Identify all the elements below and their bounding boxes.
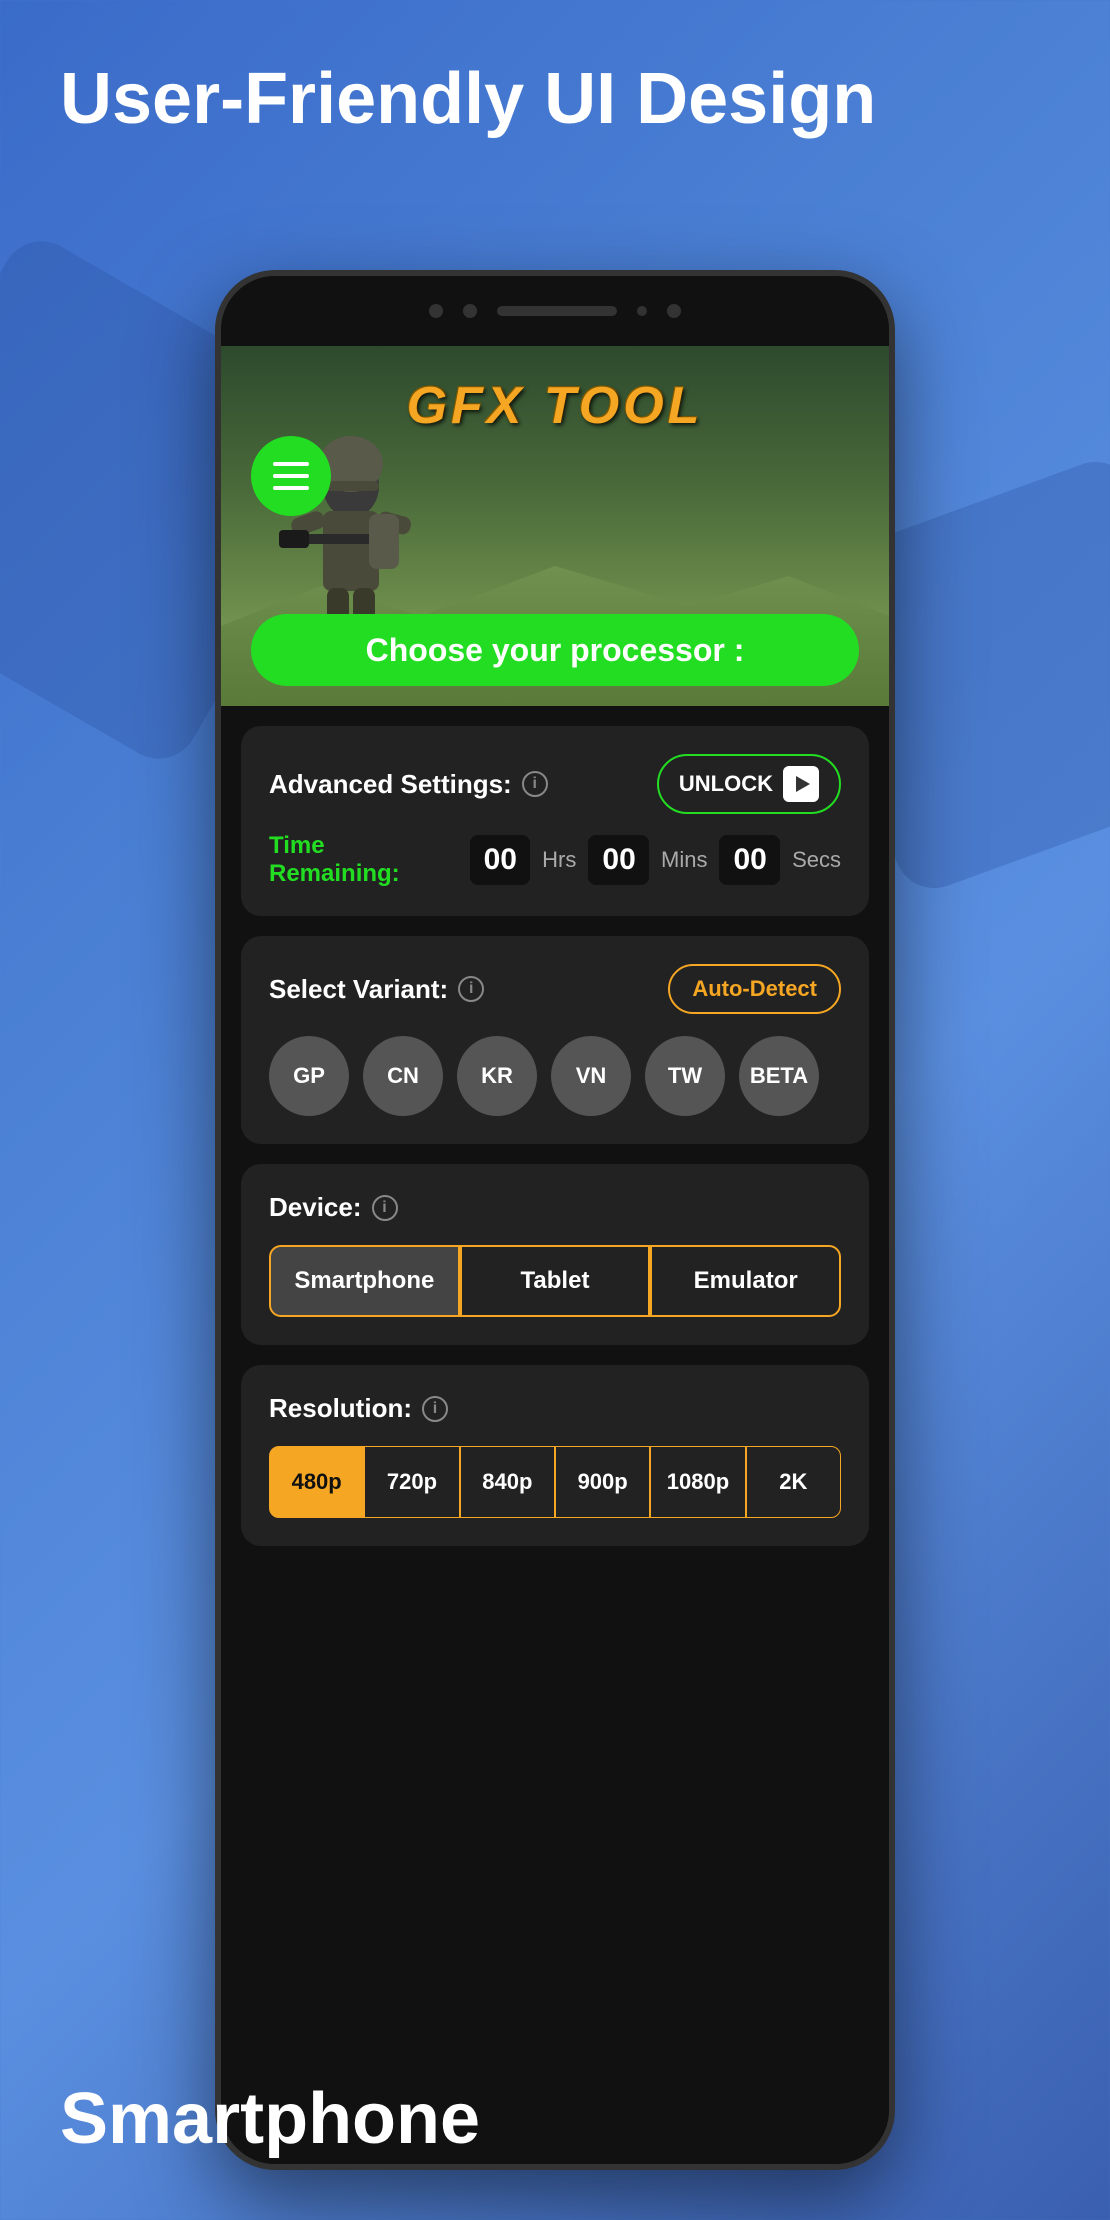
resolution-btn-1080p[interactable]: 1080p <box>650 1446 745 1518</box>
device-card: Device: i SmartphoneTabletEmulator <box>241 1164 869 1345</box>
camera-dot-mid <box>463 304 477 318</box>
side-button-right <box>889 456 895 536</box>
select-variant-card: Select Variant: i Auto-Detect GPCNKRVNTW… <box>241 936 869 1144</box>
device-btn-tablet[interactable]: Tablet <box>460 1245 651 1317</box>
resolution-btn-720p[interactable]: 720p <box>364 1446 459 1518</box>
menu-button[interactable] <box>251 436 331 516</box>
secs-display: 00 <box>719 835 780 885</box>
hamburger-line-2 <box>273 474 309 478</box>
phone-outer: GFX TOOL Choose your processor : <box>215 270 895 2170</box>
variant-title-group: Select Variant: i <box>269 974 484 1005</box>
game-header: GFX TOOL Choose your processor : <box>221 346 889 706</box>
resolution-btn-840p[interactable]: 840p <box>460 1446 555 1518</box>
variant-btn-vn[interactable]: VN <box>551 1036 631 1116</box>
sensor-dot <box>637 306 647 316</box>
mins-unit: Mins <box>661 847 707 873</box>
speaker-bar <box>497 306 617 316</box>
page-title: User-Friendly UI Design <box>60 60 876 139</box>
variant-btn-gp[interactable]: GP <box>269 1036 349 1116</box>
advanced-title-group: Advanced Settings: i <box>269 769 548 800</box>
hamburger-line-1 <box>273 462 309 466</box>
variant-btn-tw[interactable]: TW <box>645 1036 725 1116</box>
cards-section: Advanced Settings: i UNLOCK <box>221 706 889 1566</box>
play-triangle-icon <box>796 776 810 792</box>
variant-header: Select Variant: i Auto-Detect <box>269 964 841 1014</box>
resolution-card: Resolution: i 480p720p840p900p1080p2K <box>241 1365 869 1546</box>
advanced-info-icon[interactable]: i <box>522 771 548 797</box>
device-buttons-group: SmartphoneTabletEmulator <box>269 1245 841 1317</box>
variant-info-icon[interactable]: i <box>458 976 484 1002</box>
secs-unit: Secs <box>792 847 841 873</box>
variant-buttons-group: GPCNKRVNTWBETA <box>269 1036 841 1116</box>
unlock-label: UNLOCK <box>679 771 773 797</box>
phone-mockup: GFX TOOL Choose your processor : <box>215 270 895 2170</box>
gfx-tool-title: GFX TOOL <box>407 376 704 436</box>
device-header: Device: i <box>269 1192 841 1223</box>
resolution-header: Resolution: i <box>269 1393 841 1424</box>
smartphone-bottom-label: Smartphone <box>60 2078 480 2160</box>
select-variant-title: Select Variant: <box>269 974 448 1005</box>
unlock-button[interactable]: UNLOCK <box>657 754 841 814</box>
advanced-settings-header: Advanced Settings: i UNLOCK <box>269 754 841 814</box>
resolution-btn-2k[interactable]: 2K <box>746 1446 841 1518</box>
phone-top-bar <box>221 276 889 346</box>
resolution-info-icon[interactable]: i <box>422 1396 448 1422</box>
device-btn-emulator[interactable]: Emulator <box>650 1245 841 1317</box>
device-btn-smartphone[interactable]: Smartphone <box>269 1245 460 1317</box>
play-icon-box <box>783 766 819 802</box>
choose-processor-button[interactable]: Choose your processor : <box>251 614 859 686</box>
device-title: Device: <box>269 1192 362 1223</box>
hours-display: 00 <box>470 835 531 885</box>
hrs-unit: Hrs <box>542 847 576 873</box>
device-info-icon[interactable]: i <box>372 1195 398 1221</box>
advanced-settings-title: Advanced Settings: <box>269 769 512 800</box>
resolution-btn-480p[interactable]: 480p <box>269 1446 364 1518</box>
variant-btn-kr[interactable]: KR <box>457 1036 537 1116</box>
hamburger-line-3 <box>273 486 309 490</box>
auto-detect-button[interactable]: Auto-Detect <box>668 964 841 1014</box>
time-remaining-row: Time Remaining: 00 Hrs 00 Mins 00 Secs <box>269 832 841 888</box>
variant-btn-cn[interactable]: CN <box>363 1036 443 1116</box>
camera-dot-right <box>667 304 681 318</box>
camera-dot-left <box>429 304 443 318</box>
resolution-title: Resolution: <box>269 1393 412 1424</box>
time-remaining-label: Time Remaining: <box>269 832 458 888</box>
mins-display: 00 <box>588 835 649 885</box>
auto-detect-label: Auto-Detect <box>692 976 817 1001</box>
advanced-settings-card: Advanced Settings: i UNLOCK <box>241 726 869 916</box>
variant-btn-beta[interactable]: BETA <box>739 1036 819 1116</box>
phone-screen: GFX TOOL Choose your processor : <box>221 346 889 2164</box>
resolution-buttons-group: 480p720p840p900p1080p2K <box>269 1446 841 1518</box>
resolution-btn-900p[interactable]: 900p <box>555 1446 650 1518</box>
